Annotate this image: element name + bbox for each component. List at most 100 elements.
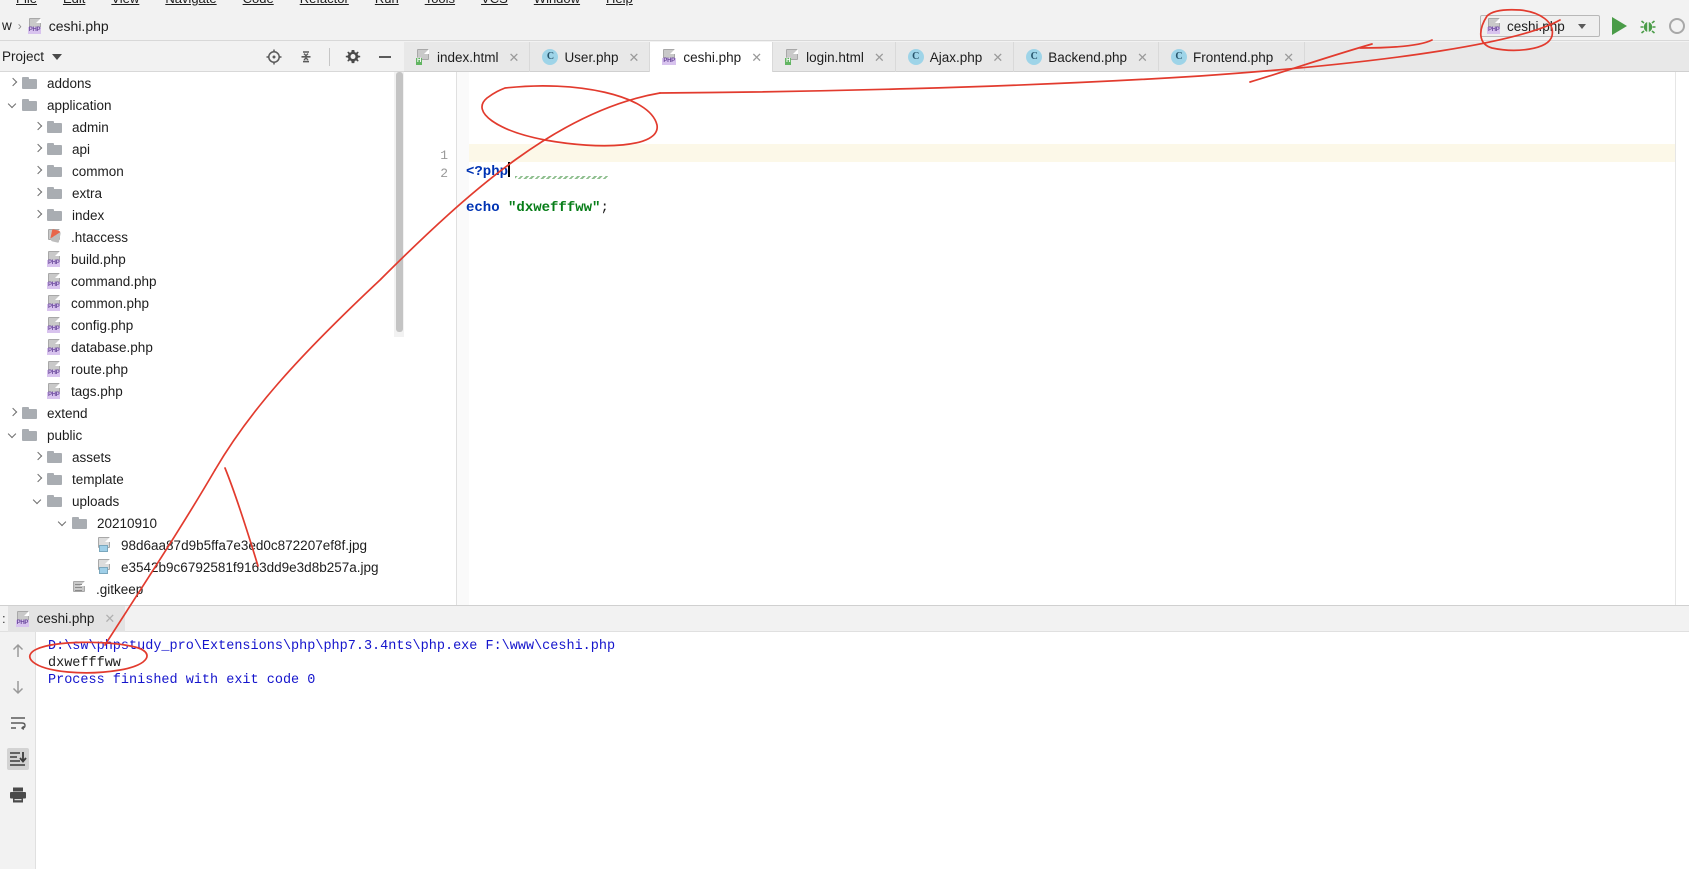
menu-item-refactor[interactable]: Refactor bbox=[300, 0, 349, 6]
debug-button[interactable] bbox=[1639, 17, 1657, 35]
code-content[interactable]: <?php echo "dxwefffww"; bbox=[466, 144, 609, 235]
editor-tab-backend-php[interactable]: C Backend.php ✕ bbox=[1014, 42, 1159, 72]
chevron-right-icon[interactable] bbox=[31, 186, 45, 200]
tree-item-command-php[interactable]: PHP command.php bbox=[0, 270, 404, 292]
chevron-right-icon[interactable] bbox=[31, 450, 45, 464]
collapse-all-icon[interactable] bbox=[297, 48, 315, 66]
tree-item-assets[interactable]: assets bbox=[0, 446, 404, 468]
stop-button[interactable] bbox=[1669, 18, 1685, 34]
tree-item-uploads[interactable]: uploads bbox=[0, 490, 404, 512]
chevron-down-icon[interactable] bbox=[56, 516, 70, 530]
tree-item-route-php[interactable]: PHP route.php bbox=[0, 358, 404, 380]
chevron-down-icon[interactable] bbox=[52, 53, 63, 60]
chevron-right-icon[interactable] bbox=[31, 164, 45, 178]
run-button[interactable] bbox=[1612, 17, 1627, 35]
tree-item-label: public bbox=[47, 427, 83, 443]
minimize-icon[interactable] bbox=[376, 48, 394, 66]
tree-item-common[interactable]: common bbox=[0, 160, 404, 182]
project-panel-title[interactable]: Project bbox=[2, 49, 44, 64]
tree-item-gitkeep[interactable]: .gitkeep bbox=[0, 578, 404, 600]
breadcrumb-root[interactable]: w bbox=[2, 18, 12, 33]
up-arrow-icon[interactable] bbox=[7, 640, 29, 662]
editor-tab-ajax-php[interactable]: C Ajax.php ✕ bbox=[896, 42, 1015, 72]
tree-item-label: build.php bbox=[71, 251, 126, 267]
toolbar-divider bbox=[329, 47, 330, 66]
locate-icon[interactable] bbox=[265, 48, 283, 66]
breadcrumb-file[interactable]: ceshi.php bbox=[49, 18, 109, 34]
tree-item-admin[interactable]: admin bbox=[0, 116, 404, 138]
chevron-right-icon[interactable] bbox=[6, 76, 20, 90]
menu-item-navigate[interactable]: Navigate bbox=[165, 0, 216, 6]
editor-tab-frontend-php[interactable]: C Frontend.php ✕ bbox=[1159, 42, 1306, 72]
editor-tab-index-html[interactable]: Hindex.html ✕ bbox=[404, 42, 531, 72]
close-icon[interactable]: ✕ bbox=[751, 51, 762, 64]
tree-item-addons[interactable]: addons bbox=[0, 72, 404, 94]
chevron-right-icon[interactable] bbox=[31, 142, 45, 156]
menu-item-code[interactable]: Code bbox=[243, 0, 274, 6]
editor-tab-user-php[interactable]: C User.php ✕ bbox=[530, 42, 651, 72]
tree-item-extra[interactable]: extra bbox=[0, 182, 404, 204]
tree-item-tags-php[interactable]: PHP tags.php bbox=[0, 380, 404, 402]
folder-icon bbox=[72, 516, 88, 530]
tree-item-label: api bbox=[72, 141, 91, 157]
tree-item-template[interactable]: template bbox=[0, 468, 404, 490]
menu-item-view[interactable]: View bbox=[111, 0, 139, 6]
close-icon[interactable]: ✕ bbox=[104, 611, 115, 627]
tree-item-database-php[interactable]: PHP database.php bbox=[0, 336, 404, 358]
menu-item-vcs[interactable]: VCS bbox=[481, 0, 508, 6]
menu-item-edit[interactable]: Edit bbox=[63, 0, 85, 6]
gear-icon[interactable] bbox=[344, 48, 362, 66]
tree-item-build-php[interactable]: PHP build.php bbox=[0, 248, 404, 270]
chevron-right-icon[interactable] bbox=[31, 120, 45, 134]
menu-item-file[interactable]: File bbox=[16, 0, 37, 6]
editor-tab-label: Backend.php bbox=[1048, 49, 1128, 65]
close-icon[interactable]: ✕ bbox=[874, 51, 885, 64]
chevron-down-icon[interactable] bbox=[31, 494, 45, 508]
tree-item-extend[interactable]: extend bbox=[0, 402, 404, 424]
run-tab-ceshi[interactable]: PHP ceshi.php ✕ bbox=[7, 605, 126, 632]
tree-item-e3542b9c6792581f9163dd9e3d8b257a-jpg[interactable]: e3542b9c6792581f9163dd9e3d8b257a.jpg bbox=[0, 556, 404, 578]
console-output[interactable]: D:\sw\phpstudy_pro\Extensions\php\php7.3… bbox=[37, 632, 1689, 869]
class-icon: C bbox=[542, 49, 559, 65]
tree-item-label: uploads bbox=[72, 493, 120, 509]
tree-item-public[interactable]: public bbox=[0, 424, 404, 446]
down-arrow-icon[interactable] bbox=[7, 676, 29, 698]
tree-item-common-php[interactable]: PHP common.php bbox=[0, 292, 404, 314]
chevron-down-icon[interactable] bbox=[6, 98, 20, 112]
run-tool-window: : PHP ceshi.php ✕ D:\sw\phpstudy_pro\Ext… bbox=[0, 605, 1689, 869]
menu-item-run[interactable]: Run bbox=[375, 0, 399, 6]
project-tree-scrollbar[interactable] bbox=[394, 72, 404, 337]
tree-item-20210910[interactable]: 20210910 bbox=[0, 512, 404, 534]
editor-tab-ceshi-php[interactable]: PHP ceshi.php ✕ bbox=[650, 42, 774, 72]
tree-item-config-php[interactable]: PHP config.php bbox=[0, 314, 404, 336]
tree-item-98d6aa87d9b5ffa7e3ed0c872207ef8f-jpg[interactable]: 98d6aa87d9b5ffa7e3ed0c872207ef8f.jpg bbox=[0, 534, 404, 556]
menu-item-tools[interactable]: Tools bbox=[425, 0, 455, 6]
chevron-down-icon[interactable] bbox=[6, 428, 20, 442]
editor-tab-login-html[interactable]: Hlogin.html ✕ bbox=[773, 42, 896, 72]
close-icon[interactable]: ✕ bbox=[992, 51, 1003, 64]
tree-item-index[interactable]: index bbox=[0, 204, 404, 226]
chevron-right-icon[interactable] bbox=[31, 472, 45, 486]
menu-item-window[interactable]: Window bbox=[534, 0, 580, 6]
folder-icon bbox=[47, 208, 63, 222]
code-editor[interactable]: 1 2 <?php echo "dxwefffww"; bbox=[404, 72, 1689, 605]
close-icon[interactable]: ✕ bbox=[509, 51, 520, 64]
tree-item-api[interactable]: api bbox=[0, 138, 404, 160]
soft-wrap-icon[interactable] bbox=[7, 712, 29, 734]
tree-item-application[interactable]: application bbox=[0, 94, 404, 116]
breadcrumb-separator: › bbox=[17, 18, 22, 33]
project-tree[interactable]: addons application admin api common extra inde… bbox=[0, 72, 404, 605]
close-icon[interactable]: ✕ bbox=[1283, 51, 1294, 64]
tree-item-htaccess[interactable]: .htaccess bbox=[0, 226, 404, 248]
print-icon[interactable] bbox=[7, 784, 29, 806]
run-configuration-selector[interactable]: PHP ceshi.php bbox=[1480, 15, 1600, 37]
menu-item-help[interactable]: Help bbox=[606, 0, 633, 6]
close-icon[interactable]: ✕ bbox=[1137, 51, 1148, 64]
chevron-right-icon[interactable] bbox=[6, 406, 20, 420]
close-icon[interactable]: ✕ bbox=[628, 51, 639, 64]
scroll-to-end-icon[interactable] bbox=[6, 748, 29, 770]
chevron-right-icon[interactable] bbox=[31, 208, 45, 222]
scrollbar-thumb[interactable] bbox=[396, 72, 403, 332]
